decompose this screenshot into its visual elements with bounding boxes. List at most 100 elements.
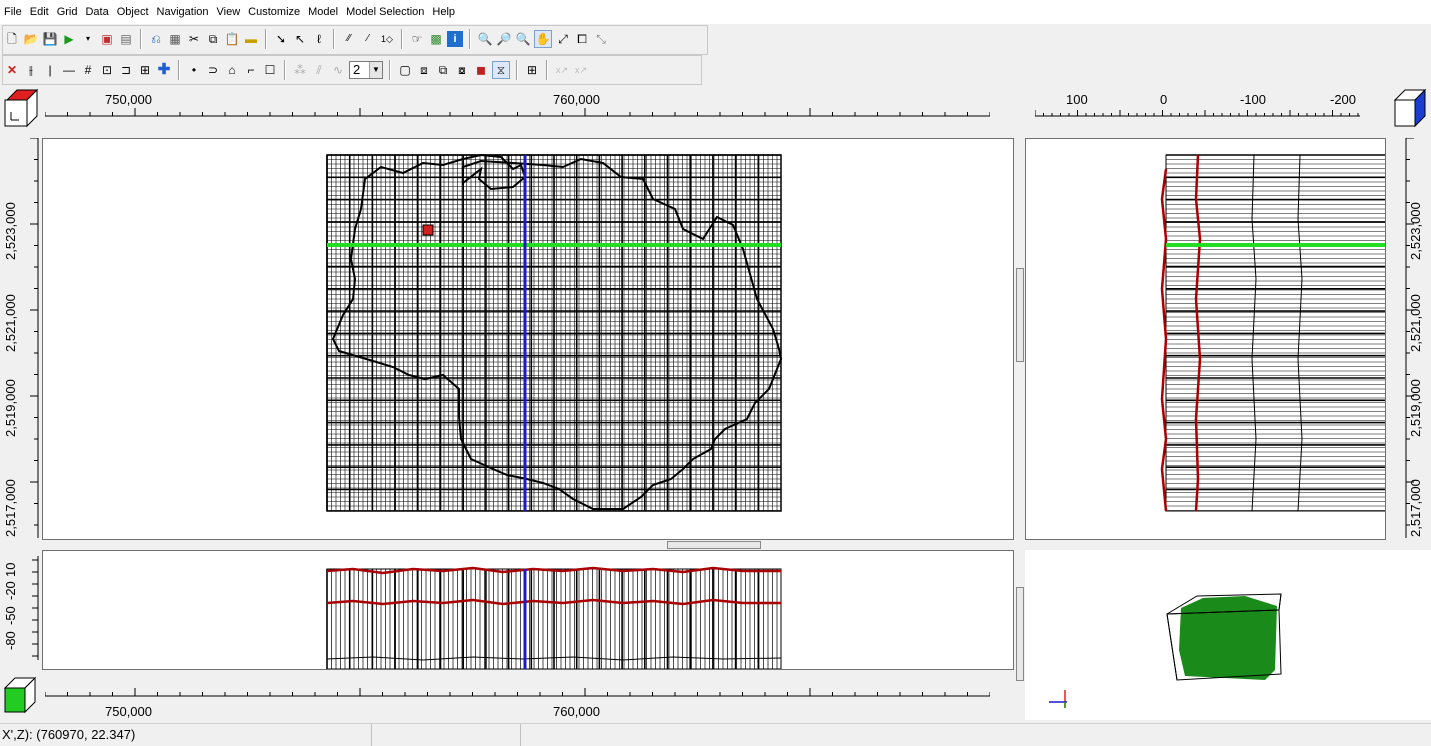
- toolbar-separator: [265, 28, 267, 49]
- section-ruler-label: -50: [3, 606, 18, 625]
- delete-icon[interactable]: ✕: [4, 62, 20, 78]
- menu-item-view[interactable]: View: [213, 6, 245, 18]
- save-icon[interactable]: 💾: [42, 31, 58, 47]
- add-icon[interactable]: ✚: [156, 61, 172, 78]
- menu-item-navigation[interactable]: Navigation: [153, 6, 213, 18]
- cut-icon[interactable]: ✂: [186, 31, 202, 47]
- right-vruler-label: 2,517,000: [1408, 479, 1423, 537]
- layer-cube-blue-icon[interactable]: ⧖: [492, 60, 510, 79]
- zoom-box-icon[interactable]: 🔎: [496, 31, 512, 47]
- horizontal-splitter-handle[interactable]: [667, 541, 761, 549]
- grid-refine-icon[interactable]: #: [80, 62, 96, 78]
- axis-xz-icon[interactable]: x↗: [573, 62, 589, 78]
- menu-item-help[interactable]: Help: [428, 6, 459, 18]
- plan-view-panel[interactable]: [42, 138, 1014, 540]
- menu-item-grid[interactable]: Grid: [53, 6, 82, 18]
- layer-cube-red-icon[interactable]: ◼: [473, 62, 489, 78]
- line-icon[interactable]: |: [42, 62, 58, 78]
- edit-vertex-icon[interactable]: ⁂: [292, 62, 308, 78]
- mesh-icon[interactable]: ⊞: [137, 62, 153, 78]
- lasso-icon[interactable]: ℓ: [311, 31, 327, 47]
- new-icon[interactable]: 🗋: [4, 31, 20, 47]
- point-icon[interactable]: •: [186, 62, 202, 78]
- side-view-panel[interactable]: [1025, 138, 1386, 540]
- right-ruler-label: -100: [1240, 92, 1267, 107]
- import-icon[interactable]: ▣: [99, 31, 115, 47]
- export-icon[interactable]: ▤: [118, 31, 134, 47]
- insert-column-icon[interactable]: ⫲: [23, 62, 39, 78]
- layer-cube-3-icon[interactable]: ⧇: [454, 62, 470, 78]
- section-view-cube-icon[interactable]: [1, 676, 39, 714]
- side-view-canvas[interactable]: [1026, 139, 1386, 540]
- side-layer-top-line: [1160, 168, 1168, 512]
- info-icon[interactable]: i: [447, 30, 463, 47]
- side-view-cube-icon[interactable]: [1391, 88, 1429, 128]
- bottom-ruler-label: 760,000: [553, 704, 600, 719]
- menu-item-model[interactable]: Model: [304, 6, 342, 18]
- toolbar-separator: [284, 59, 286, 80]
- layer-top-icon[interactable]: ▢: [397, 62, 413, 78]
- axis-xy-icon[interactable]: x↗: [554, 62, 570, 78]
- section-view-canvas[interactable]: [43, 551, 1014, 670]
- dropdown-icon[interactable]: ▾: [80, 31, 96, 47]
- status-coordinates: X',Z): (760970, 22.347): [0, 724, 372, 746]
- zoom-window-icon[interactable]: ⧠: [574, 31, 590, 47]
- horizontal-line-icon[interactable]: —: [61, 62, 77, 78]
- layer-select[interactable]: 2 ▼: [349, 60, 383, 79]
- 3d-view-panel[interactable]: [1025, 550, 1431, 720]
- arc-icon[interactable]: ⊃: [205, 62, 221, 78]
- zoom-extent-icon[interactable]: ⤢: [555, 31, 571, 47]
- plan-view-canvas[interactable]: [43, 139, 1014, 540]
- redo-icon[interactable]: ▦: [167, 31, 183, 47]
- menu-item-customize[interactable]: Customize: [244, 6, 304, 18]
- layer-cube-1-icon[interactable]: ⧈: [416, 62, 432, 78]
- ruler-icon[interactable]: ▬: [243, 31, 259, 47]
- vertical-splitter-handle[interactable]: [1016, 268, 1024, 362]
- select-multi-icon[interactable]: ↖: [292, 31, 308, 47]
- delete-vertex-icon[interactable]: ∿: [330, 62, 346, 78]
- open-icon[interactable]: 📂: [23, 31, 39, 47]
- zoom-out-icon[interactable]: 🔍: [515, 31, 531, 47]
- bottom-splitter-handle[interactable]: [1016, 587, 1024, 681]
- hand-pointer-icon[interactable]: ☞: [409, 31, 425, 47]
- toolbar-separator: [178, 59, 180, 80]
- zoom-previous-icon[interactable]: ⤡: [593, 31, 609, 47]
- renumber-icon[interactable]: 1◇: [379, 31, 395, 47]
- pan-icon[interactable]: ✋: [534, 29, 552, 48]
- run-icon[interactable]: ▶: [61, 31, 77, 47]
- menu-item-edit[interactable]: Edit: [26, 6, 53, 18]
- copy-icon[interactable]: ⧉: [205, 31, 221, 47]
- zoom-in-icon[interactable]: 🔍: [477, 31, 493, 47]
- layer-value: 2: [353, 62, 361, 77]
- right-ruler-label: 100: [1066, 92, 1088, 107]
- status-bar: X',Z): (760970, 22.347): [0, 723, 1431, 746]
- aspect-icon[interactable]: ⊐: [118, 62, 134, 78]
- 3d-model-body: [1179, 596, 1277, 680]
- merge-icon[interactable]: ⁄: [360, 31, 376, 47]
- section-ruler-label: -80: [3, 631, 18, 650]
- table-icon[interactable]: ⊞: [524, 62, 540, 78]
- undo-icon[interactable]: ⎌: [148, 31, 164, 47]
- layer-cube-2-icon[interactable]: ⧉: [435, 62, 451, 78]
- chevron-down-icon[interactable]: ▼: [369, 61, 382, 78]
- paste-icon[interactable]: 📋: [224, 31, 240, 47]
- menu-item-file[interactable]: File: [0, 6, 26, 18]
- select-arrow-icon[interactable]: ➘: [273, 31, 289, 47]
- polyline-icon[interactable]: ⌐: [243, 62, 259, 78]
- grid-color-icon[interactable]: ▩: [428, 31, 444, 47]
- left-ruler-label: 2,519,000: [3, 379, 18, 437]
- 3d-view-canvas[interactable]: [1025, 550, 1431, 720]
- move-vertex-icon[interactable]: ⫽: [311, 62, 327, 78]
- grid-box-icon[interactable]: ⊡: [99, 62, 115, 78]
- polygon-icon[interactable]: ⌂: [224, 62, 240, 78]
- rectangle-icon[interactable]: ☐: [262, 62, 278, 78]
- bottom-ruler-label: 750,000: [105, 704, 152, 719]
- menu-item-data[interactable]: Data: [81, 6, 112, 18]
- plan-view-cube-icon[interactable]: [1, 88, 39, 128]
- split-icon[interactable]: ⁄⁄: [341, 31, 357, 47]
- menu-item-model-selection[interactable]: Model Selection: [342, 6, 428, 18]
- section-view-panel[interactable]: [42, 550, 1014, 670]
- left-ruler-label: 2,521,000: [3, 294, 18, 352]
- menu-item-object[interactable]: Object: [113, 6, 153, 18]
- status-cell-2: [372, 724, 521, 746]
